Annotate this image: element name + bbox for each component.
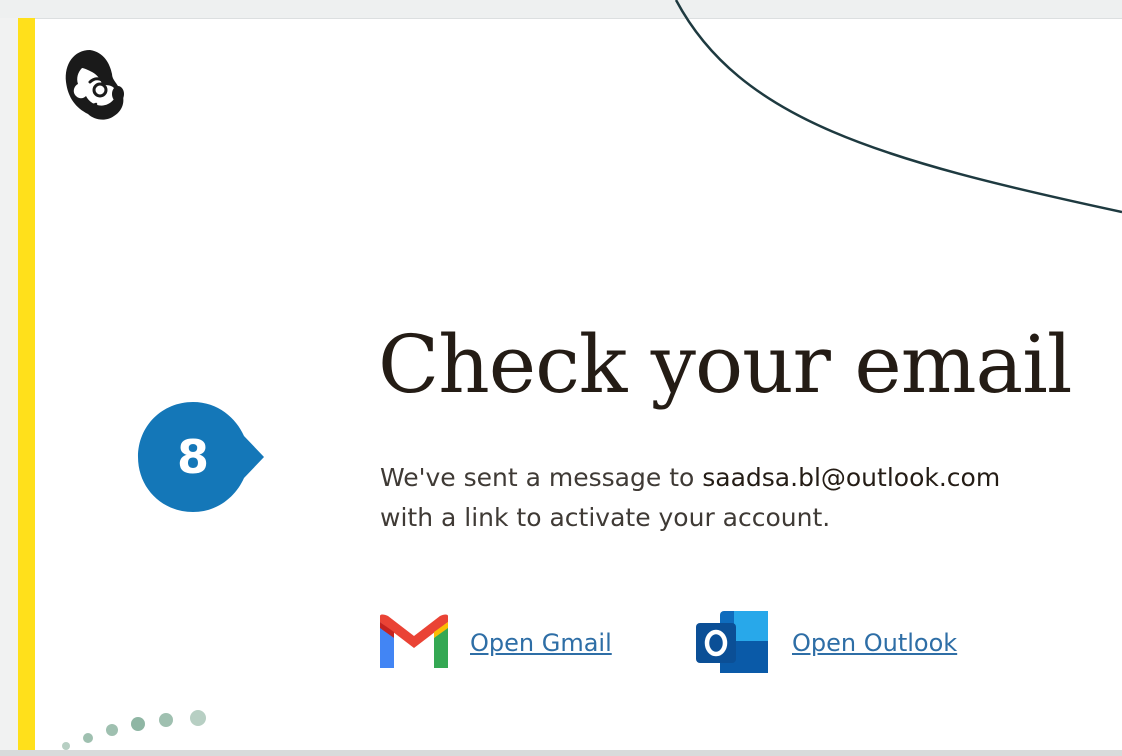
- open-outlook-link[interactable]: Open Outlook: [694, 608, 957, 678]
- mailchimp-logo-icon: [65, 50, 124, 120]
- gmail-icon: [380, 614, 448, 668]
- left-gutter: [0, 18, 18, 756]
- step-number: 8: [176, 430, 209, 484]
- top-bar: [0, 0, 1122, 19]
- outlook-icon: [696, 611, 768, 673]
- yellow-accent-bar: [18, 18, 35, 750]
- email-address: saadsa.bl@outlook.com: [702, 463, 1001, 492]
- message-line-2: with a link to activate your account.: [380, 503, 831, 532]
- open-gmail-link[interactable]: Open Gmail: [376, 608, 612, 678]
- message-prefix: We've sent a message to: [380, 463, 703, 492]
- open-outlook-label[interactable]: Open Outlook: [792, 629, 957, 657]
- decorative-dots: [62, 710, 206, 750]
- message-line-1: We've sent a message to saadsa.bl@outloo…: [380, 458, 1120, 498]
- open-gmail-label[interactable]: Open Gmail: [470, 629, 612, 657]
- page-title: Check your email: [378, 318, 1072, 411]
- confirmation-message: We've sent a message to saadsa.bl@outloo…: [380, 458, 1120, 538]
